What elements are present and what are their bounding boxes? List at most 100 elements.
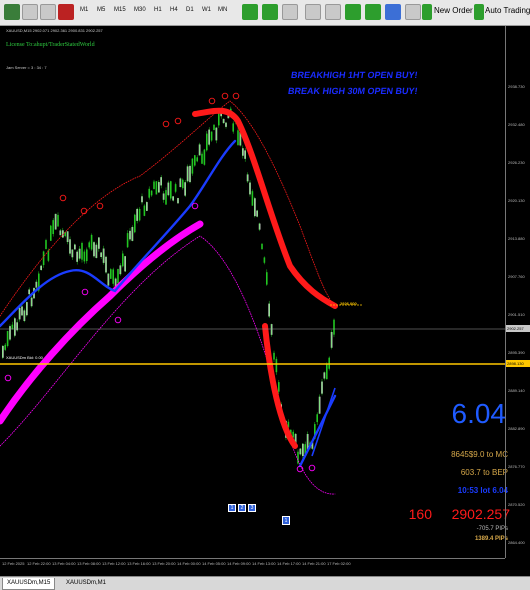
timeframe-m30[interactable]: M30 [134,7,146,13]
signal-marker [80,207,88,215]
line-tool-icon[interactable] [58,4,74,20]
bar-chart-icon[interactable] [242,4,258,20]
crosshair-icon[interactable] [40,4,56,20]
target-tag: 2926.000 [340,301,357,306]
spread-text: 160 [408,506,432,522]
timeframe-h1[interactable]: H1 [154,7,162,13]
timeframe-m15[interactable]: M15 [114,7,126,13]
periods-icon[interactable] [405,4,421,20]
candle-chart-icon[interactable] [262,4,278,20]
level-price-tag: 2898.130 [506,360,530,367]
price-scale-label: 2895.390 [508,350,525,355]
chart-window[interactable]: XAUUSD,M15 2902.071 2902.361 2900.831 29… [0,26,530,576]
break-even-text: 603.7 to BEP [460,468,508,477]
price-chart-plot[interactable] [0,26,505,558]
time-axis-label: 14 Feb 21:00 [302,561,326,566]
signal-marker [208,97,216,105]
indicators-icon[interactable] [385,4,401,20]
price-scale-label: 2926.230 [508,160,525,165]
price-scale-label: 2932.480 [508,122,525,127]
time-axis-label: 13 Feb 12:00 [102,561,126,566]
timeframe-m1[interactable]: M1 [80,7,88,13]
time-axis-label: 13 Feb 20:00 [152,561,176,566]
zoom-out-icon[interactable] [305,4,321,20]
chart-button-bottom[interactable]: 1 [282,516,290,525]
price-scale-label: 2901.510 [508,312,525,317]
headline-1: BREAKHIGH 1HT OPEN BUY! [290,70,419,80]
chart-button-2[interactable]: 2 [238,504,246,512]
signal-marker [308,464,316,472]
signal-marker [114,316,122,324]
signal-marker [81,288,89,296]
signal-marker [174,117,182,125]
upper-envelope [0,100,336,317]
price-text: 2902.257 [451,506,510,522]
headline-2: BREAK HIGH 30M OPEN BUY! [287,86,419,96]
time-axis-label: 17 Feb 02:00 [327,561,351,566]
auto-trading-button[interactable]: Auto Trading [485,6,530,15]
signal-marker [4,374,12,382]
pips-1-text: -705.7 PIPs [476,526,508,532]
auto-trading-icon[interactable] [474,4,484,20]
price-scale-label: 2870.520 [508,502,525,507]
time-axis-label: 14 Feb 00:00 [177,561,201,566]
timeframe-h4[interactable]: H4 [170,7,178,13]
fast-line-blue [0,139,237,328]
time-axis[interactable]: 12 Feb 2025 12 Feb 22:00 13 Feb 04:00 13 Fe… [0,558,505,576]
zoom-in-icon[interactable] [22,4,38,20]
toolbar: M1 M5 M15 M30 H1 H4 D1 W1 MN New Order A… [0,0,530,26]
chart-tabs: XAUUSDm,M15 XAUUSDm,M1 [0,576,530,590]
tab-xauusdm-m15[interactable]: XAUUSDm,M15 [2,578,56,590]
price-scale-label: 2882.890 [508,426,525,431]
time-axis-label: 12 Feb 2025 [2,561,25,566]
new-order-button[interactable]: New Order [434,6,473,15]
chart-button-3[interactable]: 3 [248,504,256,512]
fast-line-blue-2 [298,394,337,468]
new-chart-icon[interactable] [4,4,20,20]
level-label: XAUUSDm Bid: 0.00 [6,355,43,360]
lower-envelope [0,235,336,495]
current-price-tag: 2902.257 [506,325,530,332]
new-order-icon[interactable] [422,4,432,20]
timeframe-mn[interactable]: MN [218,7,227,13]
price-scale-label: 2889.140 [508,388,525,393]
symbol-info: XAUUSD,M15 2902.071 2902.361 2900.831 29… [6,28,103,33]
price-scale-label: 2938.730 [508,84,525,89]
timeframe-d1[interactable]: D1 [186,7,194,13]
server-time: Jam Server = 3 : 34 : 7 [6,65,47,70]
price-scale-label: 2920.130 [508,198,525,203]
time-axis-label: 13 Feb 04:00 [52,561,76,566]
signal-marker [191,202,199,210]
time-axis-label: 13 Feb 08:00 [77,561,101,566]
autoscroll-icon[interactable] [345,4,361,20]
time-axis-label: 12 Feb 22:00 [27,561,51,566]
time-lot-text: 10:53 lot 6.04 [457,486,508,495]
upper-band-red-lower [262,323,298,449]
tab-xauusdm-m1[interactable]: XAUUSDm,M1 [62,578,110,590]
price-scale-label: 2876.770 [508,464,525,469]
lower-band-magenta [0,220,204,425]
pips-2-text: 1389.4 PIPs [474,536,508,542]
grid-icon[interactable] [325,4,341,20]
price-scale-label: 2913.880 [508,236,525,241]
signal-marker [221,92,229,100]
shift-chart-icon[interactable] [365,4,381,20]
price-scale[interactable]: 2938.730 2932.480 2926.230 2920.130 2913.880… [505,26,530,558]
timeframe-w1[interactable]: W1 [202,7,211,13]
signal-marker [162,120,170,128]
candles [2,106,335,465]
timeframe-m5[interactable]: M5 [97,7,105,13]
time-axis-label: 13 Feb 16:00 [127,561,151,566]
license-text: License To:ahupt/TraderStatedWorld [6,42,95,48]
line-chart-icon[interactable] [282,4,298,20]
price-scale-label: 2864.400 [508,540,525,545]
time-axis-label: 14 Feb 17:00 [277,561,301,566]
price-scale-label: 2907.760 [508,274,525,279]
time-axis-label: 14 Feb 05:00 [202,561,226,566]
chart-button-1[interactable]: 1 [228,504,236,512]
signal-marker [96,202,104,210]
signal-marker [59,194,67,202]
signal-marker [232,92,240,100]
lot-big-number: 6.04 [451,398,507,429]
margin-call-text: 8645$9.0 to MC [451,450,508,459]
